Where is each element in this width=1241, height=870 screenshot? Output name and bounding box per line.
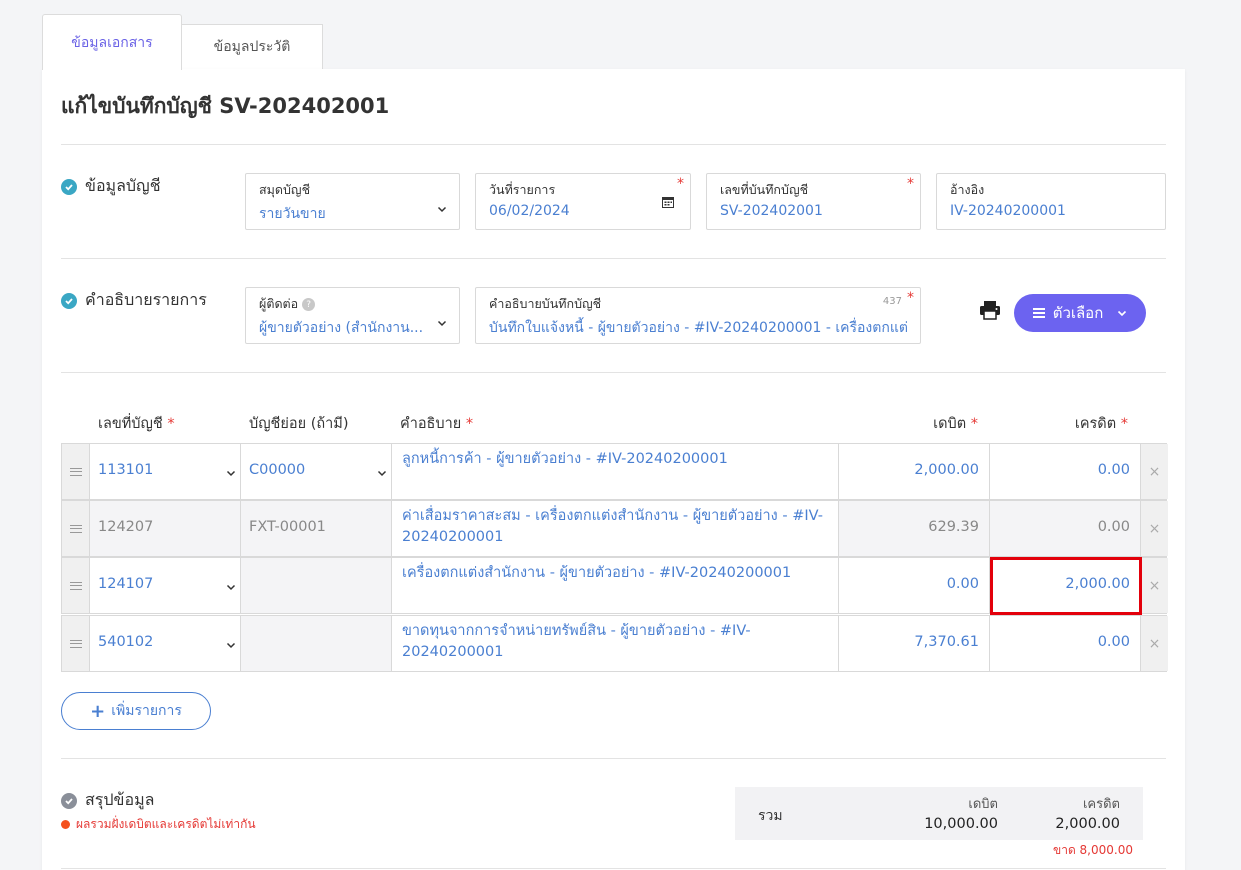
delete-row-icon[interactable]: × bbox=[1141, 444, 1168, 499]
drag-handle-icon[interactable] bbox=[62, 558, 90, 613]
sub-account-select bbox=[241, 558, 392, 613]
section-transaction-desc: คำอธิบายรายการ bbox=[61, 288, 207, 313]
check-circle-icon bbox=[61, 178, 77, 195]
delete-row-icon[interactable]: × bbox=[1141, 558, 1168, 613]
required-mark: * bbox=[907, 176, 914, 192]
account-select: 124207 bbox=[90, 501, 241, 556]
header-description: คำอธิบาย * bbox=[400, 416, 474, 432]
balance-warning: ผลรวมฝั่งเดบิตและเครดิตไม่เท่ากัน bbox=[61, 815, 256, 834]
debit-input: 629.39 bbox=[839, 501, 990, 556]
debit-input[interactable]: 7,370.61 bbox=[839, 616, 990, 671]
description-input[interactable]: ลูกหนี้การค้า - ผู้ขายตัวอย่าง - #IV-202… bbox=[392, 444, 839, 499]
description-input[interactable]: ขาดทุนจากการจำหน่ายทรัพย์สิน - ผู้ขายตัว… bbox=[392, 616, 839, 671]
required-mark: * bbox=[677, 176, 684, 192]
divider bbox=[61, 868, 1166, 869]
summary-totals: รวม เดบิต เครดิต 10,000.00 2,000.00 bbox=[735, 787, 1143, 840]
tab-history[interactable]: ข้อมูลประวัติ bbox=[181, 24, 323, 70]
drag-handle-icon[interactable] bbox=[62, 501, 90, 556]
chevron-down-icon bbox=[226, 470, 236, 477]
chevron-down-icon bbox=[226, 642, 236, 649]
chevron-down-icon bbox=[226, 584, 236, 591]
plus-icon: + bbox=[90, 700, 106, 722]
credit-total: 2,000.00 bbox=[1055, 816, 1120, 832]
help-icon[interactable]: ? bbox=[302, 298, 316, 311]
table-row: 124207 FXT-00001 ค่าเสื่อมราคาสะสม - เคร… bbox=[61, 500, 1168, 557]
description-input[interactable]: เครื่องตกแต่งสำนักงาน - ผู้ขายตัวอย่าง -… bbox=[392, 558, 839, 613]
chevron-down-icon bbox=[437, 206, 447, 213]
reference-field[interactable]: อ้างอิง IV-20240200001 bbox=[936, 173, 1166, 230]
divider bbox=[61, 758, 1166, 759]
print-icon[interactable] bbox=[979, 300, 1001, 320]
options-button[interactable]: ตัวเลือก bbox=[1014, 294, 1146, 332]
table-row: 540102 ขาดทุนจากการจำหน่ายทรัพย์สิน - ผู… bbox=[61, 615, 1168, 672]
highlight-box bbox=[990, 557, 1142, 615]
header-sub-account: บัญชีย่อย (ถ้ามี) bbox=[249, 416, 349, 432]
add-line-button[interactable]: + เพิ่มรายการ bbox=[61, 692, 211, 730]
header-account-no: เลขที่บัญชี * bbox=[98, 416, 175, 432]
calendar-icon[interactable] bbox=[662, 196, 674, 208]
transaction-date-field[interactable]: วันที่รายการ 06/02/2024 * bbox=[475, 173, 691, 230]
description-input[interactable]: ค่าเสื่อมราคาสะสม - เครื่องตกแต่งสำนักงา… bbox=[392, 501, 839, 556]
tab-document-info[interactable]: ข้อมูลเอกสาร bbox=[42, 14, 182, 70]
credit-input[interactable]: 0.00 bbox=[990, 616, 1141, 671]
chevron-down-icon bbox=[377, 470, 387, 477]
table-row: 113101 C00000 ลูกหนี้การค้า - ผู้ขายตัวอ… bbox=[61, 443, 1168, 500]
header-credit: เครดิต * bbox=[1074, 416, 1128, 432]
page-title: แก้ไขบันทึกบัญชี SV-202402001 bbox=[61, 94, 390, 118]
divider bbox=[61, 258, 1166, 259]
header-debit: เดบิต * bbox=[933, 416, 978, 432]
debit-total: 10,000.00 bbox=[924, 816, 998, 832]
divider bbox=[61, 372, 1166, 373]
check-circle-icon bbox=[61, 792, 77, 809]
drag-handle-icon[interactable] bbox=[62, 616, 90, 671]
sub-account-select[interactable]: C00000 bbox=[241, 444, 392, 499]
char-counter: 437 bbox=[882, 296, 902, 307]
account-select[interactable]: 540102 bbox=[90, 616, 241, 671]
check-circle-icon bbox=[61, 292, 77, 309]
delete-row-icon[interactable]: × bbox=[1141, 616, 1168, 671]
sub-account-select: FXT-00001 bbox=[241, 501, 392, 556]
section-summary: สรุปข้อมูล bbox=[61, 788, 154, 813]
debit-input[interactable]: 0.00 bbox=[839, 558, 990, 613]
credit-input[interactable]: 0.00 bbox=[990, 444, 1141, 499]
chevron-down-icon bbox=[437, 320, 447, 327]
delete-row-icon[interactable]: × bbox=[1141, 501, 1168, 556]
journal-description-field[interactable]: คำอธิบายบันทึกบัญชี บันทึกใบแจ้งหนี้ - ผ… bbox=[475, 287, 921, 344]
credit-input: 0.00 bbox=[990, 501, 1141, 556]
contact-select[interactable]: ผู้ติดต่อ? ผู้ขายตัวอย่าง (สำนักงาน... bbox=[245, 287, 460, 344]
menu-icon bbox=[1032, 308, 1045, 318]
journal-book-select[interactable]: สมุดบัญชี รายวันขาย bbox=[245, 173, 460, 230]
account-select[interactable]: 124107 bbox=[90, 558, 241, 613]
error-dot-icon bbox=[61, 820, 70, 829]
sub-account-select bbox=[241, 616, 392, 671]
required-mark: * bbox=[907, 290, 914, 306]
section-account-info: ข้อมูลบัญชี bbox=[61, 174, 161, 199]
chevron-down-icon bbox=[1118, 310, 1127, 317]
divider bbox=[61, 144, 1166, 145]
difference-amount: ขาด 8,000.00 bbox=[1053, 843, 1133, 857]
journal-number-field[interactable]: เลขที่บันทึกบัญชี SV-202402001 * bbox=[706, 173, 921, 230]
drag-handle-icon[interactable] bbox=[62, 444, 90, 499]
account-select[interactable]: 113101 bbox=[90, 444, 241, 499]
debit-input[interactable]: 2,000.00 bbox=[839, 444, 990, 499]
